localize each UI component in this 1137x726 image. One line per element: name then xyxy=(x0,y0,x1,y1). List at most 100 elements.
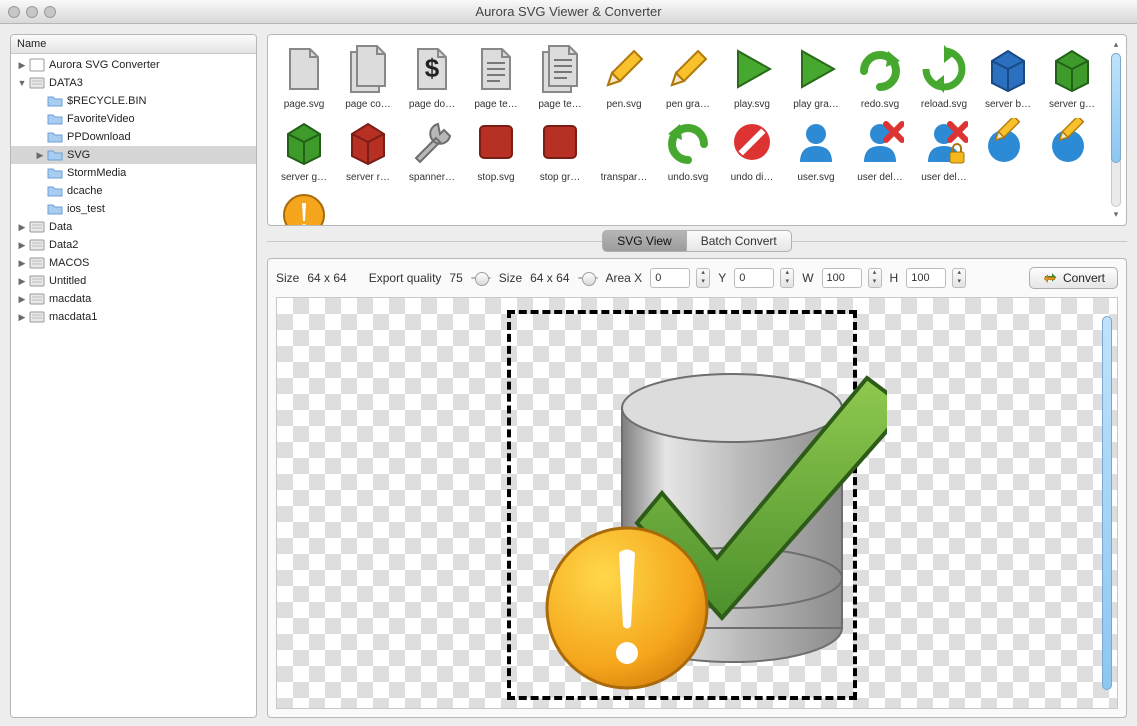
tree-item[interactable]: ▶SVG xyxy=(11,146,256,164)
thumbnail[interactable]: transpar… xyxy=(594,114,654,183)
thumbnail[interactable]: play.svg xyxy=(722,41,782,110)
tree-item[interactable]: ▶ macdata1 xyxy=(11,308,256,326)
disclosure-triangle[interactable]: ▶ xyxy=(17,60,27,70)
tree-item[interactable]: ios_test xyxy=(11,200,256,218)
reload-icon xyxy=(916,41,972,97)
thumbnail[interactable]: reload.svg xyxy=(914,41,974,110)
disclosure-triangle xyxy=(35,96,45,106)
tree-item-label: StormMedia xyxy=(67,167,126,179)
convert-label: Convert xyxy=(1063,271,1105,285)
thumbnail-label: user del… xyxy=(851,172,909,183)
thumbnail[interactable]: user.svg xyxy=(786,114,846,183)
disclosure-triangle[interactable]: ▶ xyxy=(17,258,27,268)
tree-item[interactable]: ▶ Data xyxy=(11,218,256,236)
thumbnail[interactable]: undo.svg xyxy=(658,114,718,183)
area-w-stepper[interactable]: ▴▾ xyxy=(868,268,882,288)
tree-header-name[interactable]: Name xyxy=(11,35,256,54)
drive-icon xyxy=(29,76,45,90)
thumbnail[interactable]: user del… xyxy=(914,114,974,183)
tree-item[interactable]: PPDownload xyxy=(11,128,256,146)
thumbnail[interactable] xyxy=(338,187,398,225)
disclosure-triangle[interactable]: ▶ xyxy=(17,240,27,250)
tab-batch-convert[interactable]: Batch Convert xyxy=(687,230,792,252)
thumb-scrollbar[interactable]: ▴ ▾ xyxy=(1108,39,1124,221)
disclosure-triangle xyxy=(35,168,45,178)
disclosure-triangle[interactable]: ▶ xyxy=(17,222,27,232)
area-y-stepper[interactable]: ▴▾ xyxy=(780,268,794,288)
canvas-scrollbar[interactable] xyxy=(1099,302,1115,704)
thumbnail[interactable]: stop.svg xyxy=(466,114,526,183)
area-h-label: H xyxy=(890,271,899,285)
thumbnail[interactable]: server g… xyxy=(274,114,334,183)
disclosure-triangle[interactable]: ▶ xyxy=(17,294,27,304)
tree-item[interactable]: ▶ macdata xyxy=(11,290,256,308)
area-y-input[interactable]: 0 xyxy=(734,268,774,288)
thumbnail[interactable] xyxy=(1042,114,1102,183)
area-h-stepper[interactable]: ▴▾ xyxy=(952,268,966,288)
file-tree[interactable]: Name ▶Aurora SVG Converter ▼ DATA3 $RECYCLE… xyxy=(10,34,257,718)
folder-icon xyxy=(47,166,63,180)
view-tabs: SVG View Batch Convert xyxy=(267,230,1127,252)
disclosure-triangle[interactable]: ▼ xyxy=(17,78,27,88)
tree-item-label: Data xyxy=(49,221,72,233)
thumbnail[interactable]: page co… xyxy=(338,41,398,110)
minimize-button[interactable] xyxy=(26,6,38,18)
window-title: Aurora SVG Viewer & Converter xyxy=(0,4,1137,19)
tree-item[interactable]: ▼ DATA3 xyxy=(11,74,256,92)
export-size-slider[interactable] xyxy=(578,271,598,285)
tree-item[interactable]: FavoriteVideo xyxy=(11,110,256,128)
thumbnail[interactable] xyxy=(978,114,1038,183)
disclosure-triangle[interactable]: ▶ xyxy=(35,150,45,160)
tree-item[interactable]: ▶Aurora SVG Converter xyxy=(11,56,256,74)
area-x-stepper[interactable]: ▴▾ xyxy=(696,268,710,288)
disclosure-triangle[interactable]: ▶ xyxy=(17,276,27,286)
area-w-input[interactable]: 100 xyxy=(822,268,862,288)
tree-item[interactable]: dcache xyxy=(11,182,256,200)
tree-item-label: ios_test xyxy=(67,203,105,215)
zoom-button[interactable] xyxy=(44,6,56,18)
spanner-icon xyxy=(404,114,460,170)
convert-button[interactable]: Convert xyxy=(1029,267,1118,289)
tree-item[interactable]: $RECYCLE.BIN xyxy=(11,92,256,110)
thumbnail[interactable]: play gra… xyxy=(786,41,846,110)
thumbnail[interactable] xyxy=(274,187,334,225)
folder-icon xyxy=(47,148,63,162)
area-h-input[interactable]: 100 xyxy=(906,268,946,288)
thumbnail[interactable]: stop gr… xyxy=(530,114,590,183)
thumbnail-label: page co… xyxy=(339,99,397,110)
tree-item-label: macdata1 xyxy=(49,311,97,323)
tree-item-label: DATA3 xyxy=(49,77,83,89)
thumbnail[interactable]: server b… xyxy=(978,41,1038,110)
tree-item[interactable]: ▶MACOS xyxy=(11,254,256,272)
thumbnail[interactable]: redo.svg xyxy=(850,41,910,110)
preview-canvas[interactable] xyxy=(276,297,1118,709)
thumbnail[interactable]: pen.svg xyxy=(594,41,654,110)
thumbnail[interactable]: server g… xyxy=(1042,41,1102,110)
server-blue-icon xyxy=(980,41,1036,97)
app-icon xyxy=(29,58,45,72)
tree-item-label: macdata xyxy=(49,293,91,305)
area-x-input[interactable]: 0 xyxy=(650,268,690,288)
thumbnail[interactable]: server r… xyxy=(338,114,398,183)
thumbnail[interactable]: pen gra… xyxy=(658,41,718,110)
thumbnail[interactable]: page do… xyxy=(402,41,462,110)
close-button[interactable] xyxy=(8,6,20,18)
tree-item[interactable]: ▶Data2 xyxy=(11,236,256,254)
thumbnail[interactable]: page.svg xyxy=(274,41,334,110)
thumbnail[interactable]: undo di… xyxy=(722,114,782,183)
tree-item[interactable]: StormMedia xyxy=(11,164,256,182)
size-value: 64 x 64 xyxy=(307,271,346,285)
play-icon xyxy=(788,41,844,97)
area-y-label: Y xyxy=(718,271,726,285)
play-icon xyxy=(724,41,780,97)
thumbnail[interactable]: page te… xyxy=(466,41,526,110)
thumbnail[interactable]: user del… xyxy=(850,114,910,183)
folder-icon xyxy=(47,202,63,216)
tree-item[interactable]: ▶Untitled xyxy=(11,272,256,290)
disclosure-triangle[interactable]: ▶ xyxy=(17,312,27,322)
thumbnail[interactable]: page te… xyxy=(530,41,590,110)
thumbnail[interactable]: spanner… xyxy=(402,114,462,183)
quality-slider[interactable] xyxy=(471,271,491,285)
tab-svg-view[interactable]: SVG View xyxy=(602,230,686,252)
page-dollar-icon xyxy=(404,41,460,97)
